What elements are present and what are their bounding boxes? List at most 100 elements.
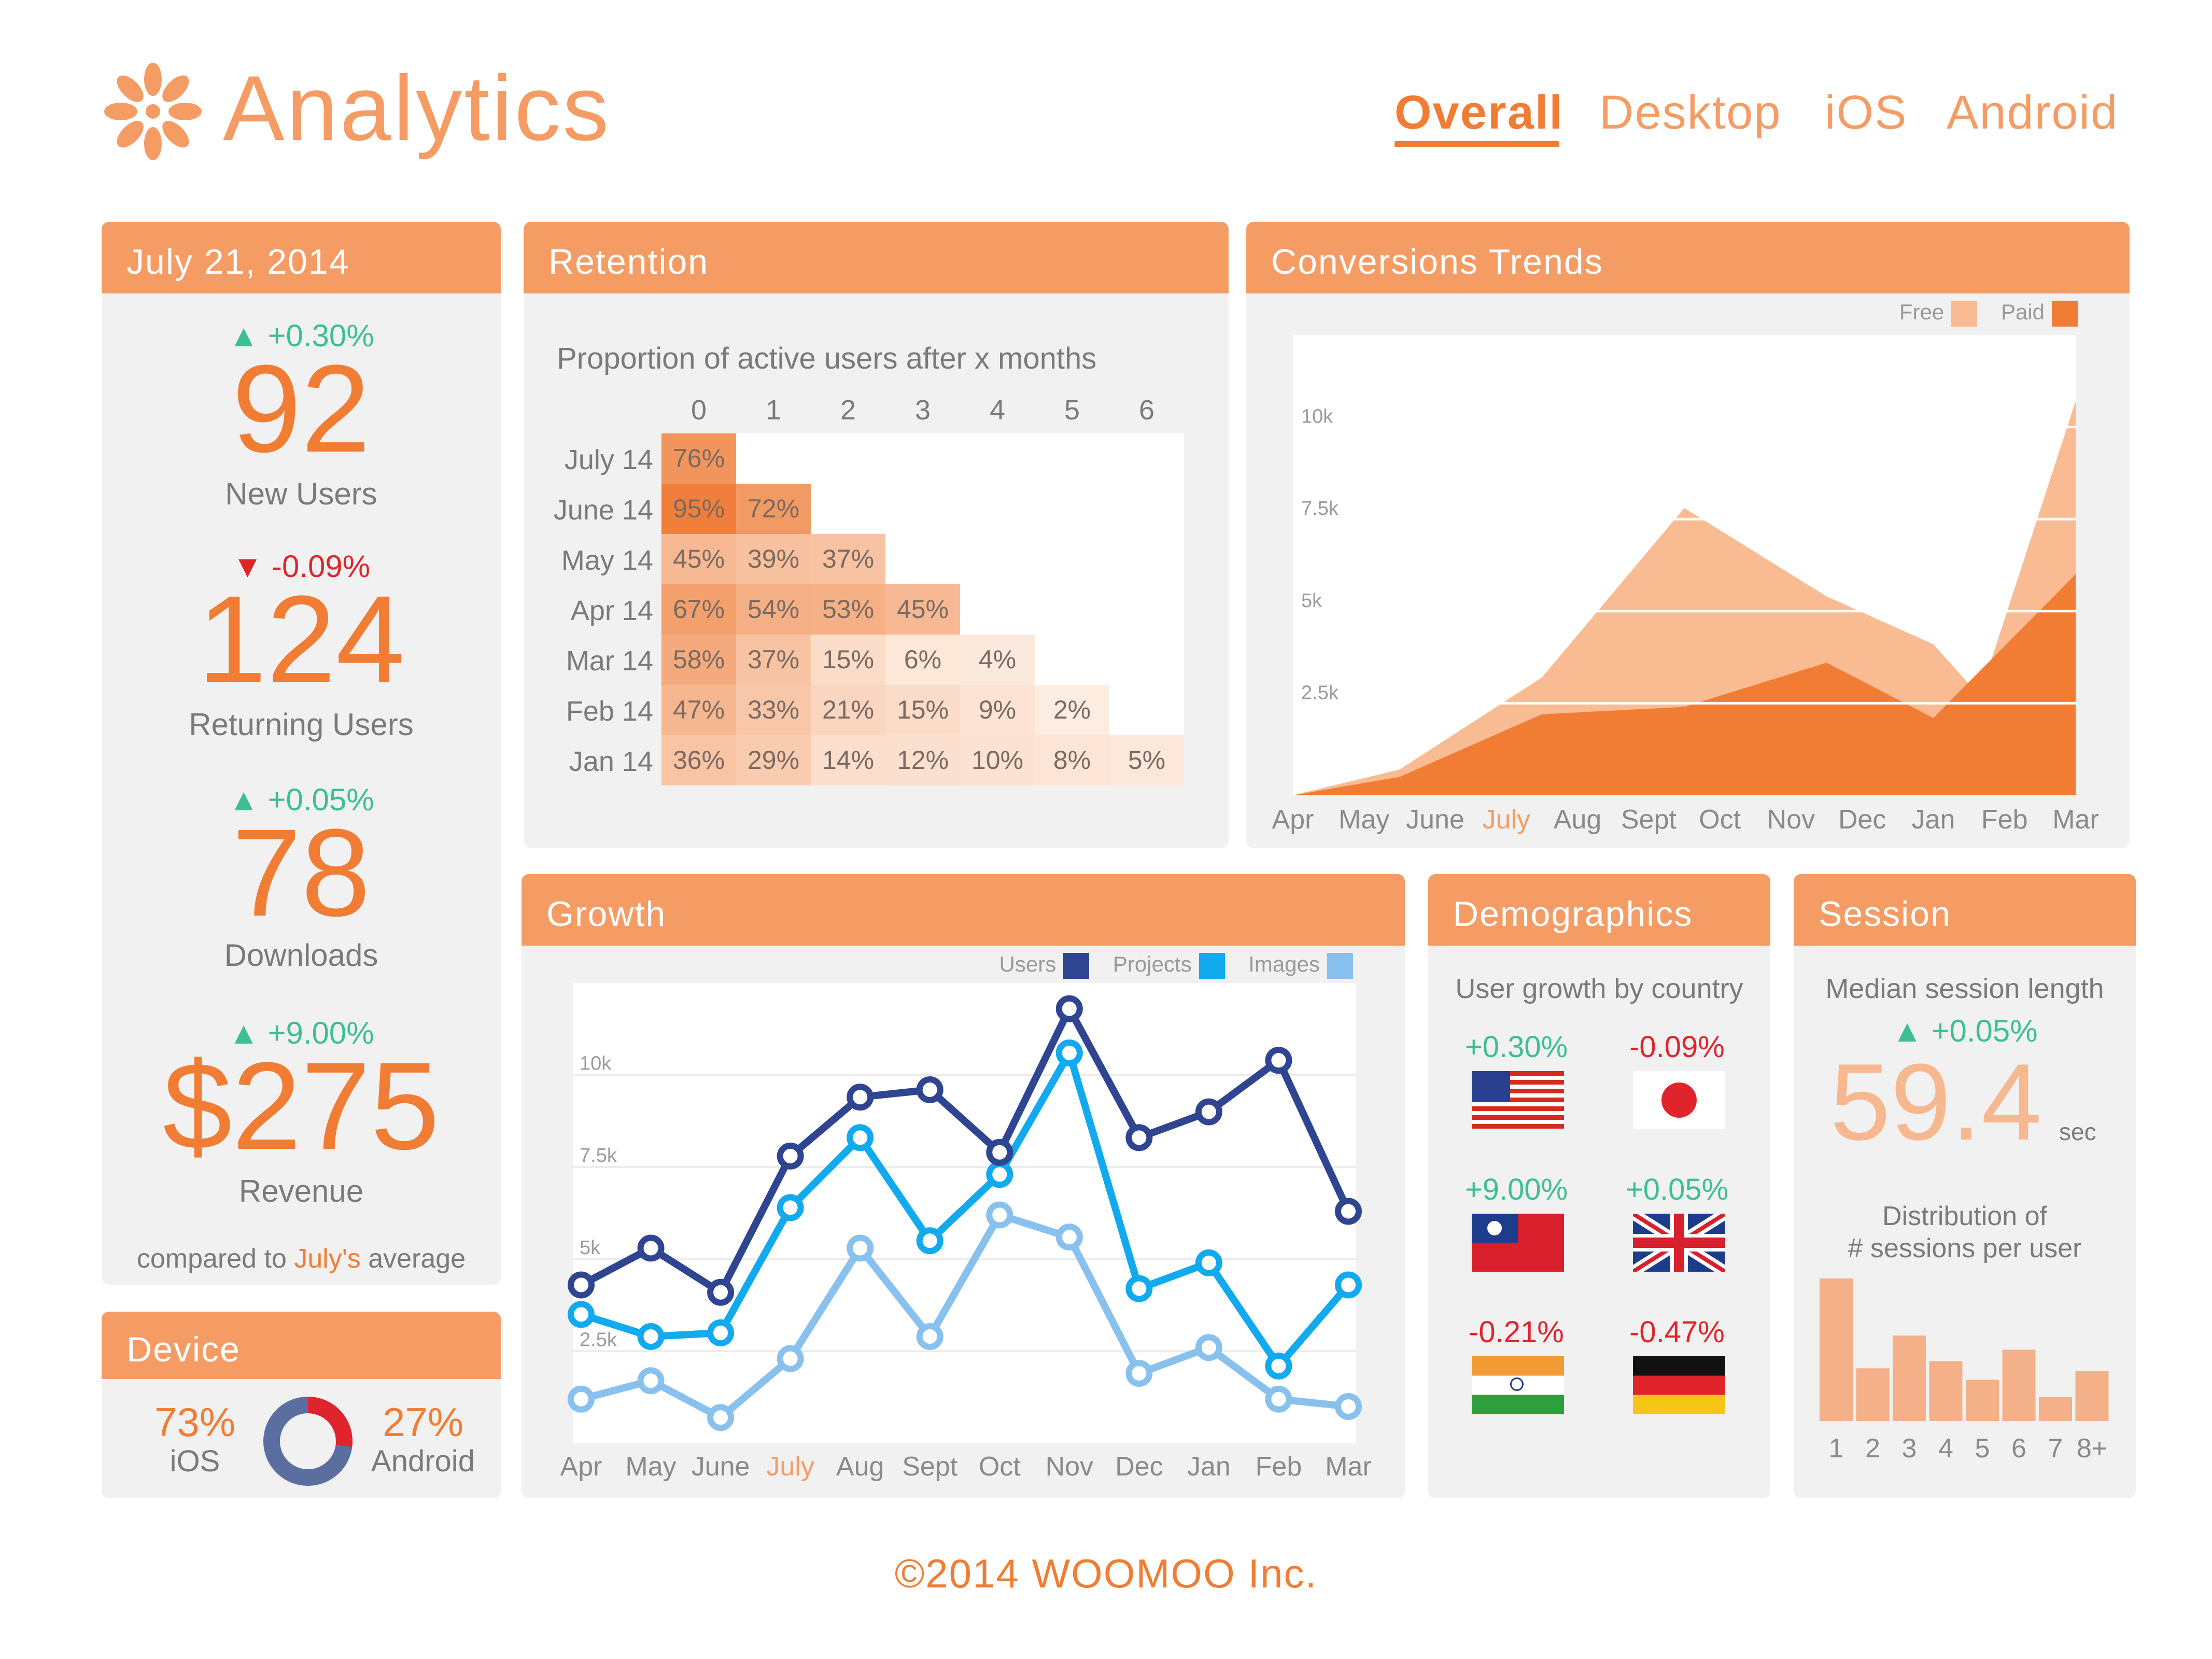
point-users (1195, 1098, 1222, 1126)
point-images (1265, 1385, 1292, 1413)
x-tick-label: Feb (1256, 1452, 1302, 1482)
device-donut-chart (263, 1397, 353, 1486)
bar-category-label: 6 (2011, 1433, 2026, 1464)
tab-overall-underline (1394, 141, 1559, 147)
country-india-change: -0.21% (1469, 1315, 1564, 1349)
device-android-label: Android (371, 1444, 475, 1478)
retention-cell: 47% (661, 685, 736, 735)
retention-cell: 45% (661, 534, 736, 584)
x-tick-label: July (766, 1452, 814, 1482)
retention-row-label: June 14 (553, 495, 653, 526)
point-users (1335, 1198, 1362, 1225)
point-users (847, 1084, 874, 1111)
retention-cell: 39% (736, 534, 811, 584)
growth-plot-area (573, 983, 1356, 1443)
point-images (707, 1404, 735, 1431)
x-tick-label: Sept (902, 1452, 958, 1482)
retention-cell: 4% (960, 635, 1035, 685)
metric-new-users-value: 92 (232, 339, 371, 478)
point-projects (1195, 1249, 1222, 1276)
retention-heatmap: 0 1 2 3 4 5 6 July 14 76% June 14 95% 72% May 14 45% 3… (524, 222, 1229, 848)
metric-returning-users-value: 124 (197, 570, 405, 709)
session-distribution-chart: 1 2 3 4 5 6 7 8+ (1820, 1278, 2109, 1464)
footer-copyright: ©2014 WOOMOO Inc. (894, 1551, 1318, 1596)
metric-new-users-label: New Users (225, 476, 377, 511)
point-projects (1335, 1271, 1362, 1299)
device-ios-label: iOS (170, 1444, 220, 1478)
country-taiwan-change: +9.00% (1464, 1173, 1568, 1206)
device-ios-pct: 73% (154, 1399, 236, 1445)
point-projects (986, 1161, 1013, 1188)
retention-cell: 8% (1035, 735, 1109, 785)
retention-column-header: 1 (765, 395, 782, 426)
app-title: Analytics (223, 57, 611, 160)
point-projects (1125, 1275, 1153, 1302)
tab-ios[interactable]: iOS (1825, 86, 1907, 140)
x-tick-label: June (1406, 805, 1464, 835)
retention-cell: 45% (885, 584, 960, 635)
metric-returning-users-label: Returning Users (189, 707, 414, 742)
retention-cell: 37% (736, 635, 811, 685)
point-images (1055, 1224, 1083, 1251)
retention-row-label: Mar 14 (566, 645, 653, 677)
point-projects (847, 1124, 874, 1151)
retention-column-header: 5 (1064, 395, 1080, 426)
point-users (1055, 995, 1083, 1022)
point-images (847, 1234, 874, 1262)
point-users (707, 1278, 735, 1306)
x-tick-label: Apr (1272, 805, 1314, 835)
x-tick-label: Mar (2052, 805, 2099, 835)
tab-android[interactable]: Android (1947, 86, 2118, 140)
point-users (777, 1142, 804, 1170)
x-tick-label: Jan (1912, 805, 1955, 835)
growth-panel: Growth Users Projects Images 2.5k 5k 7.5k 1… (522, 874, 1405, 1498)
retention-cell: 72% (736, 484, 811, 534)
retention-column-header: 0 (691, 395, 707, 426)
tab-desktop[interactable]: Desktop (1599, 86, 1782, 140)
x-tick-label: Sept (1621, 805, 1677, 835)
retention-row-label: Apr 14 (570, 595, 653, 626)
point-images (777, 1345, 804, 1372)
distribution-bar (2039, 1397, 2072, 1421)
tab-overall[interactable]: Overall (1394, 86, 1563, 140)
retention-cell: 15% (811, 635, 885, 685)
retention-cell: 2% (1035, 685, 1109, 735)
retention-row-label: July 14 (564, 444, 653, 475)
device-header: Device (102, 1312, 501, 1379)
uk-flag-icon (1633, 1214, 1725, 1272)
flower-icon (104, 63, 202, 160)
demographics-subtitle: User growth by country (1455, 973, 1743, 1004)
x-tick-label: Apr (560, 1452, 602, 1482)
x-tick-label: Oct (1699, 805, 1741, 835)
bar-category-label: 2 (1865, 1433, 1880, 1464)
summary-header: July 21, 2014 (102, 222, 501, 293)
country-usa-change: +0.30% (1464, 1030, 1568, 1064)
y-tick-label: 2.5k (1301, 682, 1339, 704)
point-projects (1055, 1039, 1083, 1066)
y-tick-label: 5k (1301, 590, 1322, 612)
x-tick-label: Feb (1981, 805, 2028, 835)
point-projects (637, 1323, 665, 1350)
retention-cell: 21% (811, 685, 885, 735)
point-users (1125, 1124, 1153, 1151)
point-images (1195, 1334, 1222, 1361)
bar-category-label: 3 (1902, 1433, 1917, 1464)
device-title: Device (126, 1330, 241, 1369)
bar-category-label: 8+ (2077, 1433, 2107, 1464)
distribution-bar (2002, 1349, 2036, 1421)
app-header: Analytics Overall Desktop iOS Android (0, 0, 2212, 176)
retention-cell: 29% (736, 735, 811, 785)
bar-category-label: 7 (2048, 1433, 2063, 1464)
retention-cell: 5% (1109, 735, 1184, 785)
point-users (637, 1234, 665, 1262)
point-projects (707, 1319, 735, 1346)
retention-cell: 95% (661, 484, 736, 534)
country-uk-change: +0.05% (1625, 1173, 1729, 1206)
taiwan-flag-icon (1472, 1214, 1564, 1272)
retention-cell: 33% (736, 685, 811, 735)
retention-cell: 6% (885, 635, 960, 685)
session-panel: Session Median session length ▲ +0.05% 5… (1794, 874, 2136, 1498)
retention-cell: 37% (811, 534, 885, 584)
demographics-panel: Demographics User growth by country +0.3… (1428, 874, 1770, 1498)
usa-flag-icon (1472, 1071, 1564, 1129)
